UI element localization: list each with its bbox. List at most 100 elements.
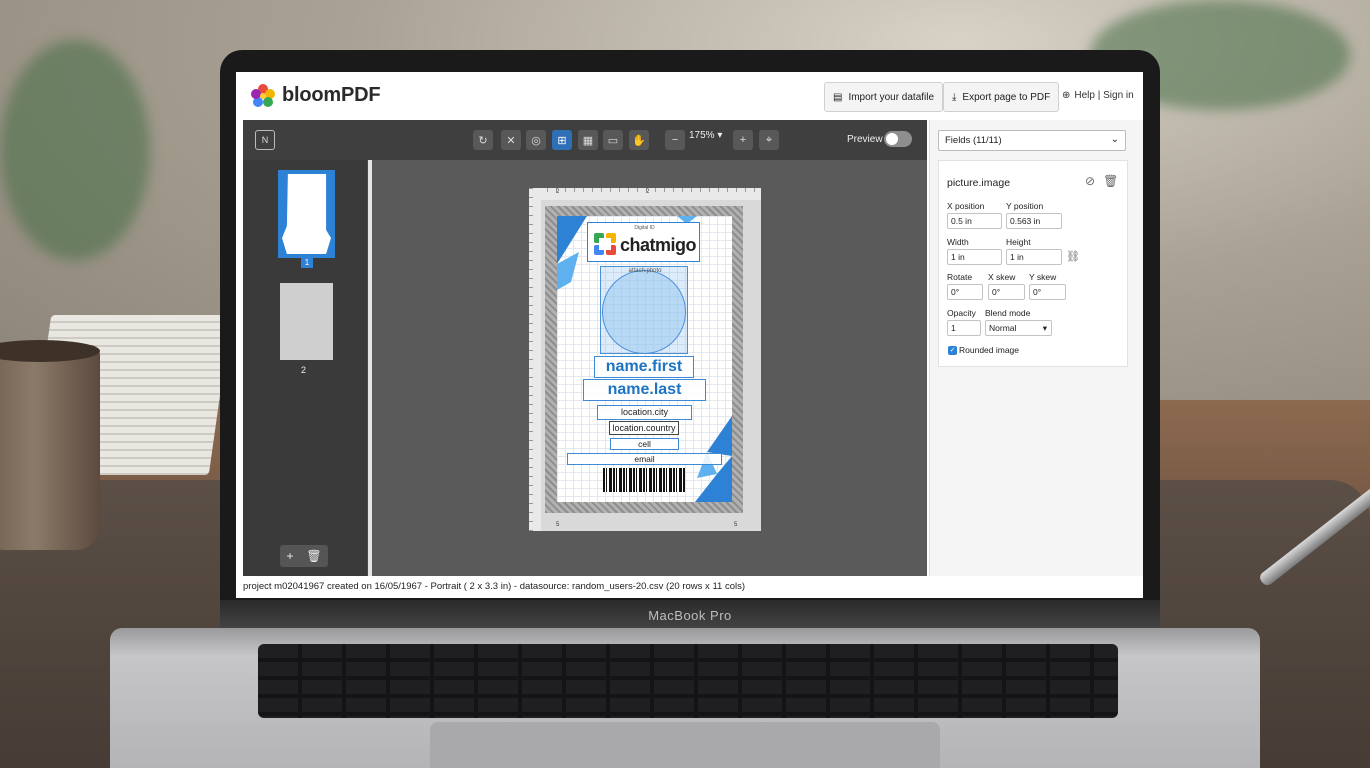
app-header: bloomPDF ▤ Import your datafile ⤓ Export…: [236, 72, 1143, 120]
fields-select[interactable]: Fields (11/11) ⌄: [938, 130, 1126, 151]
chat-bubble-icon: [594, 233, 616, 255]
zoom-value: 175%: [689, 130, 715, 141]
page-thumbnail-1[interactable]: [278, 170, 335, 258]
rotate-input[interactable]: 0°: [947, 284, 983, 300]
cut-icon[interactable]: ✕: [501, 130, 521, 150]
table-icon: ▤: [833, 91, 843, 103]
barcode[interactable]: [603, 468, 685, 492]
workspace: N ↻ ✕ ◎ ⊞ ▦ ▭ ✋ − 175% ▾ + ⌖ Preview 1 2: [243, 120, 927, 576]
rounded-image-label: Rounded image: [959, 345, 1020, 355]
element-actions: ⊘ 🗑: [1085, 174, 1118, 188]
logo-caption: Digital ID: [634, 225, 655, 231]
layout-icon[interactable]: ▭: [603, 130, 623, 150]
app-window: bloomPDF ▤ Import your datafile ⤓ Export…: [236, 72, 1143, 598]
import-datafile-button[interactable]: ▤ Import your datafile: [824, 82, 944, 112]
link-icon[interactable]: ⛓: [1066, 250, 1080, 263]
chevron-down-icon: ▾: [717, 130, 723, 141]
crosshair-icon[interactable]: ⌖: [759, 130, 779, 150]
blend-mode-value: Normal: [989, 323, 1017, 333]
field-country[interactable]: location.country: [609, 421, 679, 435]
opacity-label: Opacity: [947, 308, 976, 318]
rounded-image-checkbox[interactable]: ✓: [948, 346, 957, 355]
opacity-input[interactable]: 1: [947, 320, 981, 336]
ruler-mark: 5: [556, 522, 560, 528]
add-page-icon[interactable]: +: [286, 549, 293, 563]
app-logo-text: bloomPDF: [282, 84, 381, 106]
download-icon: ⤓: [952, 91, 957, 103]
new-page-icon[interactable]: N: [255, 130, 275, 150]
page-sheet: 2 2 5 5 Digital ID chatmigo attach.photo…: [529, 188, 761, 531]
photo-placeholder[interactable]: attach.photo: [600, 266, 688, 354]
design-canvas: 2 2 5 5 Digital ID chatmigo attach.photo…: [372, 160, 927, 576]
image-icon[interactable]: ▦: [578, 130, 598, 150]
keyboard: [258, 644, 1118, 718]
element-name: picture.image: [947, 177, 1011, 189]
width-label: Width: [947, 237, 969, 247]
preview-label: Preview: [847, 134, 883, 145]
export-pdf-label: Export page to PDF: [962, 91, 1051, 103]
field-first-name[interactable]: name.first: [594, 356, 694, 378]
id-card[interactable]: Digital ID chatmigo attach.photo name.fi…: [557, 216, 732, 502]
width-input[interactable]: 1 in: [947, 249, 1002, 265]
y-skew-input[interactable]: 0°: [1029, 284, 1066, 300]
y-position-label: Y position: [1006, 201, 1044, 211]
properties-sidebar: Fields (11/11) ⌄ picture.image ⊘ 🗑 X pos…: [929, 120, 1143, 576]
plant-left: [0, 40, 150, 260]
blend-mode-select[interactable]: Normal ▾: [985, 320, 1052, 336]
fields-select-value: Fields (11/11): [945, 135, 1002, 146]
mug: [0, 345, 100, 550]
trash-icon[interactable]: 🗑: [306, 549, 321, 563]
x-position-label: X position: [947, 201, 985, 211]
blend-mode-label: Blend mode: [985, 308, 1031, 318]
export-pdf-button[interactable]: ⤓ Export page to PDF: [943, 82, 1060, 112]
status-bar: project m02041967 created on 16/05/1967 …: [236, 576, 1143, 598]
ruler-mark: 5: [734, 522, 738, 528]
trackpad: [430, 722, 940, 768]
hand-icon[interactable]: ✋: [629, 130, 649, 150]
logo-text: chatmigo: [620, 235, 697, 255]
rotate-label: Rotate: [947, 272, 973, 282]
height-label: Height: [1006, 237, 1031, 247]
page-number-1: 1: [301, 258, 313, 268]
photo-circle: [602, 270, 686, 354]
page-thumbnail-2[interactable]: [280, 283, 333, 360]
zoom-in-icon[interactable]: +: [733, 130, 753, 150]
help-signin-link[interactable]: ⊕ Help | Sign in: [1062, 90, 1134, 101]
hide-icon[interactable]: ⊘: [1085, 174, 1095, 188]
preview-toggle[interactable]: [884, 131, 912, 147]
editor-toolbar: N ↻ ✕ ◎ ⊞ ▦ ▭ ✋ − 175% ▾ + ⌖ Preview: [243, 120, 927, 160]
trash-icon[interactable]: 🗑: [1103, 174, 1118, 188]
x-skew-input[interactable]: 0°: [988, 284, 1025, 300]
page-thumbnails: 1 2 + 🗑: [243, 160, 367, 576]
thumbnail-preview: [282, 174, 331, 254]
x-position-input[interactable]: 0.5 in: [947, 213, 1002, 229]
ruler-mark: 2: [556, 189, 560, 195]
field-email[interactable]: email: [567, 453, 722, 465]
element-properties-panel: picture.image ⊘ 🗑 X position Y position …: [938, 160, 1128, 367]
chevron-down-icon: ▾: [1042, 323, 1047, 333]
y-position-input[interactable]: 0.563 in: [1006, 213, 1062, 229]
page-actions: + 🗑: [280, 545, 328, 567]
help-icon: ⊕: [1062, 90, 1071, 101]
chevron-down-icon: ⌄: [1110, 134, 1119, 145]
x-skew-label: X skew: [988, 272, 1016, 282]
laptop-brand-label: MacBook Pro: [648, 608, 732, 623]
vertical-ruler: [529, 188, 541, 531]
horizontal-ruler: [529, 188, 761, 200]
bloom-logo-icon: [251, 84, 275, 107]
brand-logo[interactable]: Digital ID chatmigo: [587, 222, 700, 262]
field-cell[interactable]: cell: [610, 438, 679, 450]
zoom-out-icon[interactable]: −: [665, 130, 685, 150]
grid-icon[interactable]: ⊞: [552, 130, 572, 150]
field-last-name[interactable]: name.last: [583, 379, 706, 401]
help-signin-label: Help | Sign in: [1074, 90, 1134, 101]
refresh-icon[interactable]: ↻: [473, 130, 493, 150]
target-icon[interactable]: ◎: [526, 130, 546, 150]
import-datafile-label: Import your datafile: [848, 91, 935, 103]
photo-label: attach.photo: [628, 268, 662, 274]
ruler-mark: 2: [646, 189, 650, 195]
zoom-select[interactable]: 175% ▾: [689, 130, 722, 141]
height-input[interactable]: 1 in: [1006, 249, 1062, 265]
page-number-2: 2: [301, 365, 307, 375]
field-city[interactable]: location.city: [597, 405, 692, 420]
